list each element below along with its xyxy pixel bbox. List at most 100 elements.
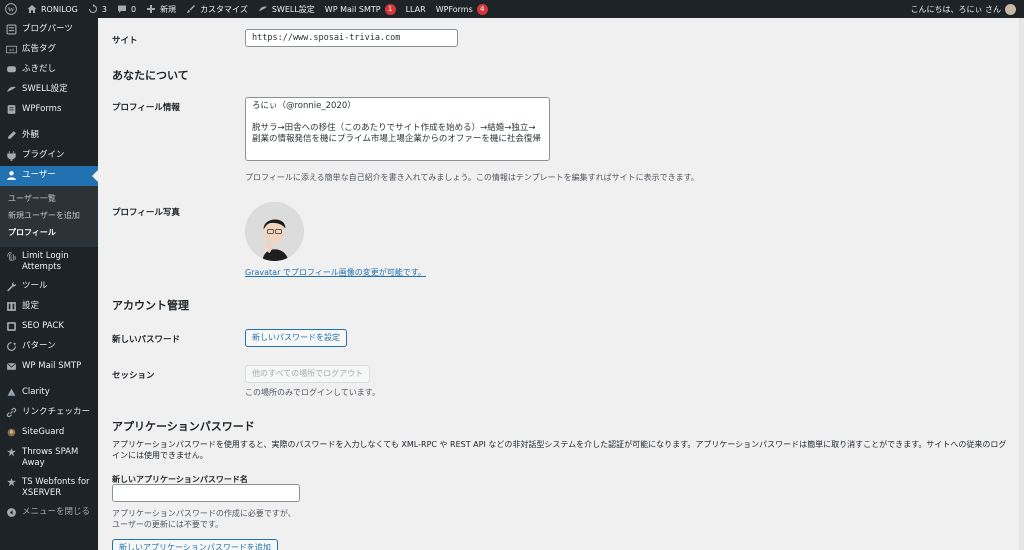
app-password-name-desc-1: アプリケーションパスワードの作成に必要ですが、 [112, 509, 296, 518]
biography-textarea[interactable]: ろにぃ（@ronnie_2020） 脱サラ→田舎への移住（このあたりでサイト作成… [245, 97, 550, 161]
sidebar-item-label: ユーザー [22, 170, 56, 180]
sidebar-item-wp-mail-smtp[interactable]: WP Mail SMTP [0, 357, 98, 377]
wpforms-link[interactable]: WPForms 4 [431, 0, 493, 18]
home-icon [27, 5, 37, 13]
sidebar-item-label: SWELL設定 [22, 84, 68, 94]
sidebar-item-siteguard[interactable]: SiteGuard [0, 423, 98, 443]
sidebar-item-link-checker[interactable]: リンクチェッカー [0, 403, 98, 423]
sidebar-item-label: Limit Login Attempts [22, 251, 69, 272]
sidebar-item-throws-spam[interactable]: Throws SPAM Away [0, 443, 98, 473]
svg-text:ad: ad [9, 47, 14, 52]
sidebar-item-swell[interactable]: SWELL設定 [0, 80, 98, 100]
submenu-item-profile[interactable]: プロフィール [0, 224, 98, 241]
account-management-heading: アカウント管理 [112, 299, 189, 312]
website-field[interactable]: https://www.sposai-trivia.com [245, 29, 458, 47]
ad-tag-icon: ad [6, 45, 17, 54]
sidebar-item-blog-parts[interactable]: ブログパーツ [0, 20, 98, 40]
swell-label: SWELL設定 [271, 4, 315, 14]
sidebar-item-clarity[interactable]: Clarity [0, 383, 98, 403]
sidebar-item-label: 広告タグ [22, 44, 57, 54]
collapse-icon [7, 508, 16, 517]
comments-link[interactable]: 0 [112, 0, 141, 18]
submenu-item-add-new-user[interactable]: 新規ユーザーを追加 [0, 207, 98, 224]
user-avatar-small [1005, 3, 1016, 15]
patterns-icon [7, 342, 16, 351]
sidebar-item-ts-webfonts[interactable]: TS Webfonts for XSERVER [0, 473, 98, 503]
wordpress-logo-icon[interactable]: W [0, 0, 22, 18]
sidebar-item-label: SEO PACK [22, 321, 64, 331]
spam-icon [7, 448, 16, 457]
profile-photo-label: プロフィール写真 [112, 208, 180, 218]
clarity-icon [7, 388, 16, 396]
sessions-label: セッション [112, 371, 155, 381]
admin-sidebar: ブログパーツ ad 広告タグ ふきだし SWELL設定 WPForms 外観 プ… [0, 18, 98, 550]
sidebar-item-balloon[interactable]: ふきだし [0, 60, 98, 80]
site-name-link[interactable]: RONILOG [22, 0, 83, 18]
swell-settings-link[interactable]: SWELL設定 [253, 0, 320, 18]
set-new-password-button[interactable]: 新しいパスワードを設定 [245, 329, 347, 347]
admin-bar: W RONILOG 3 0 新規 カスタマイズ SWELL設定 WP Mail … [0, 0, 1024, 18]
bio-description: プロフィールに添える簡単な自己紹介を書き入れてみましょう。この情報はテンプレート… [245, 173, 699, 182]
sidebar-item-plugins[interactable]: プラグイン [0, 146, 98, 166]
swell-icon [258, 6, 267, 11]
sidebar-item-label: ブログパーツ [22, 24, 73, 34]
sidebar-item-wpforms[interactable]: WPForms [0, 100, 98, 120]
sidebar-item-settings[interactable]: 設定 [0, 297, 98, 317]
seo-pack-icon [7, 322, 16, 331]
sidebar-item-appearance[interactable]: 外観 [0, 126, 98, 146]
fingerprint-icon [7, 251, 16, 262]
llar-label: LLAR [405, 4, 426, 14]
comment-icon [117, 5, 126, 13]
sidebar-item-label: ツール [22, 281, 48, 291]
new-label: 新規 [160, 4, 177, 14]
blog-parts-icon [6, 24, 17, 35]
refresh-icon [88, 4, 97, 14]
users-submenu: ユーザー一覧 新規ユーザーを追加 プロフィール [0, 186, 98, 247]
sidebar-item-label: 設定 [22, 301, 40, 311]
sidebar-item-seo-pack[interactable]: SEO PACK [0, 317, 98, 337]
sidebar-item-label: 外観 [22, 130, 40, 140]
comments-count: 0 [130, 4, 137, 14]
plugins-icon [7, 151, 16, 161]
wpforms-icon [7, 105, 16, 114]
sidebar-item-label: Throws SPAM Away [22, 447, 79, 468]
gravatar-link[interactable]: Gravatar でプロフィール画像の変更が可能です。 [245, 267, 426, 278]
llar-link[interactable]: LLAR [401, 0, 431, 18]
greeting: こんにちは、ろにぃ さん [910, 4, 1001, 14]
wpforms-badge: 4 [476, 3, 488, 15]
wp-mail-smtp-link[interactable]: WP Mail SMTP 1 [320, 0, 401, 18]
brush-icon [187, 5, 196, 13]
profile-main: サイト https://www.sposai-trivia.com あなたについ… [98, 18, 1019, 550]
new-content-link[interactable]: 新規 [141, 0, 181, 18]
sidebar-item-tools[interactable]: ツール [0, 277, 98, 297]
new-app-password-name-input[interactable] [112, 484, 300, 502]
sidebar-collapse-menu[interactable]: メニューを閉じる [0, 503, 98, 523]
new-password-label: 新しいパスワード [112, 335, 181, 345]
plus-icon [147, 5, 156, 13]
profile-avatar [245, 202, 304, 261]
appearance-icon [8, 131, 16, 139]
logout-everywhere-button[interactable]: 他のすべての場所でログアウト [245, 365, 371, 383]
updates-count: 3 [101, 4, 107, 14]
sidebar-item-limit-login[interactable]: Limit Login Attempts [0, 247, 98, 277]
sidebar-item-label: メニューを閉じる [22, 507, 91, 517]
site-label: サイト [112, 36, 138, 46]
add-app-password-button[interactable]: 新しいアプリケーションパスワードを追加 [112, 539, 278, 550]
sidebar-item-patterns[interactable]: パターン [0, 337, 98, 357]
link-checker-icon [6, 407, 17, 418]
sidebar-item-label: WPForms [22, 104, 62, 114]
sidebar-item-label: ふきだし [22, 64, 57, 74]
balloon-icon [7, 66, 16, 73]
settings-icon [7, 302, 16, 311]
sidebar-item-label: TS Webfonts for XSERVER [22, 477, 90, 498]
customize-link[interactable]: カスタマイズ [181, 0, 253, 18]
svg-text:W: W [8, 6, 15, 13]
application-passwords-description: アプリケーションパスワードを使用すると、実際のパスワードを入力しなくても XML… [112, 440, 1007, 460]
sidebar-item-label: プラグイン [22, 150, 65, 160]
sidebar-item-ad-tag[interactable]: ad 広告タグ [0, 40, 98, 60]
updates-link[interactable]: 3 [83, 0, 112, 18]
submenu-item-all-users[interactable]: ユーザー一覧 [0, 190, 98, 207]
window-scrollbar[interactable] [1019, 18, 1024, 550]
my-account-link[interactable]: こんにちは、ろにぃ さん [905, 0, 1024, 18]
sidebar-item-users[interactable]: ユーザー [0, 166, 98, 186]
